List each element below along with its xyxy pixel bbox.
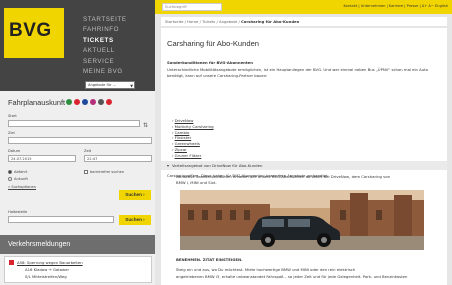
article-intro: Unterschiedliche Mobilitätsangebote ermö… bbox=[167, 67, 428, 72]
barrier-free-label: barrierefrei suchen bbox=[90, 170, 125, 174]
stop-search-button[interactable]: Suchen › bbox=[119, 215, 151, 225]
arrival-radio[interactable] bbox=[8, 177, 12, 181]
disruptions-box: A58: Sperrung wegen Bauarbeiten A16 Klad… bbox=[4, 256, 152, 283]
to-label: Ziel bbox=[8, 131, 15, 135]
page: BVG STARTSEITE FAHRINFO TICKETS AKTUELL SERV… bbox=[0, 0, 452, 285]
breadcrumb-current: Carsharing für Abo-Kunden bbox=[240, 19, 300, 24]
accordion-title: Vorteilsangebot von DriveNow für Abo-Kun… bbox=[171, 163, 263, 168]
from-input[interactable] bbox=[8, 120, 140, 127]
transport-mode-icon[interactable] bbox=[98, 99, 104, 105]
disruption-link[interactable]: A58: Sperrung wegen Bauarbeiten bbox=[17, 260, 83, 265]
trip-planner-title: Fahrplanauskunft bbox=[8, 98, 66, 107]
search-options-link[interactable]: » Suchoptionen bbox=[8, 185, 36, 189]
top-bar: Suchbegriff Kontakt | Unternehmen | Karr… bbox=[155, 0, 452, 14]
left-column: BVG STARTSEITE FAHRINFO TICKETS AKTUELL SERV… bbox=[0, 0, 155, 285]
transport-mode-icons bbox=[66, 99, 112, 105]
nav-item-startseite[interactable]: STARTSEITE bbox=[83, 15, 127, 25]
time-label: Zeit bbox=[84, 149, 92, 153]
departure-label: Abfahrt bbox=[14, 170, 28, 174]
partner-link[interactable]: Gruner Flitzer bbox=[172, 153, 214, 159]
accordion-drivenow[interactable]: ▾ Vorteilsangebot von DriveNow für Abo-Ku… bbox=[161, 161, 447, 170]
warning-icon bbox=[9, 260, 14, 265]
drivenow-car-photo bbox=[180, 190, 424, 250]
barrier-free-checkbox[interactable] bbox=[84, 170, 88, 174]
accordion-caption: BENEHMEN. ZITAT EINSTEIGEN. bbox=[176, 257, 243, 262]
bvg-logo[interactable]: BVG bbox=[4, 8, 64, 58]
transport-mode-icon[interactable] bbox=[90, 99, 96, 105]
offers-select[interactable]: Angebote für ... ▼ bbox=[85, 81, 135, 89]
to-input[interactable] bbox=[8, 137, 152, 144]
nav-item-fahrinfo[interactable]: FAHRINFO bbox=[83, 25, 127, 35]
nav-item-tickets[interactable]: TICKETS bbox=[83, 36, 127, 46]
from-label: Start bbox=[8, 114, 17, 118]
nav-item-service[interactable]: SERVICE bbox=[83, 57, 127, 67]
header-brand-area: BVG STARTSEITE FAHRINFO TICKETS AKTUELL SERV… bbox=[0, 0, 155, 91]
transport-mode-icon[interactable] bbox=[82, 99, 88, 105]
disruption-detail: A16 Kladow → Gatower bbox=[25, 267, 70, 272]
swap-icon[interactable]: ⇅ bbox=[143, 122, 148, 129]
departure-radio[interactable] bbox=[8, 170, 12, 174]
arrival-label: Ankunft bbox=[14, 177, 28, 181]
stop-input[interactable] bbox=[8, 216, 114, 223]
date-label: Datum bbox=[8, 149, 21, 153]
top-links[interactable]: Kontakt | Unternehmen | Karriere | Press… bbox=[343, 4, 448, 8]
transport-mode-icon[interactable] bbox=[74, 99, 80, 105]
time-input[interactable]: 22:47 bbox=[84, 155, 152, 162]
accordion-text: Attraktive Sonderkonditionen erhalten al… bbox=[176, 174, 391, 179]
nav-item-meine-bvg[interactable]: MEINE BVG bbox=[83, 67, 127, 77]
page-title: Carsharing für Abo-Kunden bbox=[167, 39, 260, 48]
offers-select-value: Angebote für ... bbox=[88, 83, 117, 87]
stop-label: Haltestelle bbox=[8, 210, 28, 214]
disruptions-title: Verkehrsmeldungen bbox=[0, 235, 155, 254]
trip-search-button[interactable]: Suchen › bbox=[119, 190, 151, 200]
partner-list: DriveNowMulticity CarsharingCambioFlinks… bbox=[172, 118, 214, 159]
logo-text: BVG bbox=[9, 20, 52, 41]
article-subhead: Sonderkonditionen für BVG-Abonnenten bbox=[167, 60, 253, 65]
site-search-input[interactable]: Suchbegriff bbox=[162, 3, 222, 11]
main-navigation: STARTSEITE FAHRINFO TICKETS AKTUELL SERVICE M… bbox=[83, 15, 127, 77]
transport-mode-icon[interactable] bbox=[106, 99, 112, 105]
date-value: 24.07.2015 bbox=[11, 157, 32, 161]
accordion-body: angetriebenen BMW i3, erhalte unbeanstan… bbox=[176, 274, 408, 279]
disruption-detail: S/L Mittelstreifen/Weg bbox=[25, 274, 67, 279]
article-intro: benötigt, kann auf unsere Carsharing-Par… bbox=[167, 73, 268, 78]
date-input[interactable]: 24.07.2015 bbox=[8, 155, 76, 162]
chevron-down-icon: ▾ bbox=[167, 163, 169, 168]
accordion-body: Steig ein und aus, wo Du möchtest. Miete… bbox=[176, 267, 356, 272]
chevron-down-icon: ▼ bbox=[130, 84, 133, 88]
transport-mode-icon[interactable] bbox=[66, 99, 72, 105]
breadcrumb: Startseite / Home / Tickets / Angebote /… bbox=[161, 17, 447, 26]
nav-item-aktuell[interactable]: AKTUELL bbox=[83, 46, 127, 56]
time-value: 22:47 bbox=[87, 157, 98, 161]
accordion-text: BMW i, MINI und Sixt. bbox=[176, 180, 217, 185]
breadcrumb-path[interactable]: Startseite / Home / Tickets / Angebote / bbox=[165, 19, 241, 24]
partner-link[interactable]: Multicity Carsharing bbox=[172, 124, 214, 130]
